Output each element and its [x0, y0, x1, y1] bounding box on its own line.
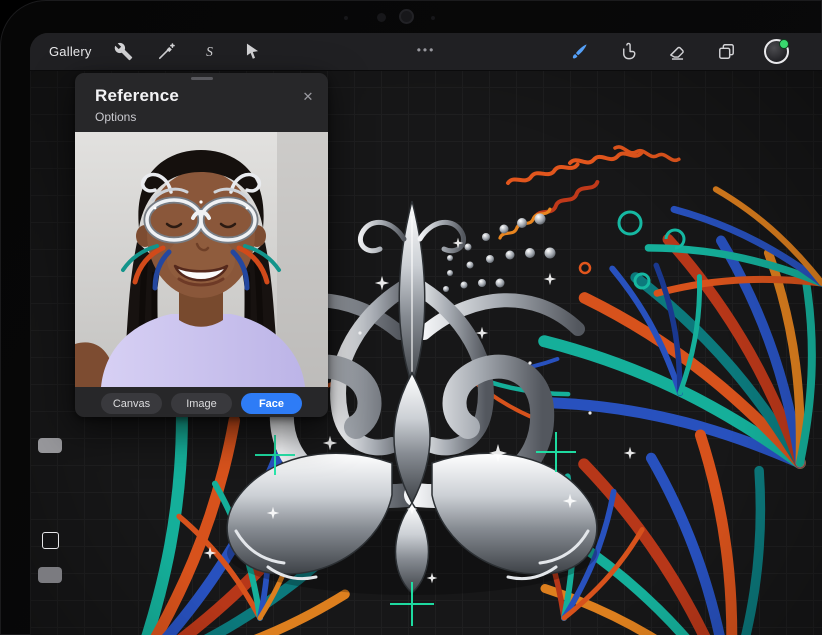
color-swatch-button[interactable]	[764, 39, 789, 64]
adjustments-wand-icon[interactable]	[156, 41, 178, 63]
screenshot-stage: Gallery S •••	[0, 0, 822, 635]
brush-opacity-slider[interactable]	[38, 567, 62, 583]
bezel-sensor-dot	[431, 16, 435, 20]
reference-tab-image[interactable]: Image	[171, 393, 232, 414]
reference-options-label[interactable]: Options	[75, 106, 328, 132]
paint-brush-icon[interactable]	[568, 41, 590, 63]
reference-panel-title: Reference	[95, 86, 179, 105]
reference-panel: Reference ✕ Options	[75, 73, 328, 417]
modify-button[interactable]	[42, 532, 59, 549]
color-picker-dot	[779, 39, 789, 49]
gallery-button[interactable]: Gallery	[49, 44, 92, 59]
transform-arrow-icon[interactable]	[242, 41, 264, 63]
reference-face-camera-feed	[75, 132, 328, 387]
smudge-finger-icon[interactable]	[617, 41, 639, 63]
reference-tab-face[interactable]: Face	[241, 393, 302, 414]
actions-wrench-icon[interactable]	[113, 41, 135, 63]
selection-glyph: S	[206, 44, 213, 59]
selection-icon[interactable]: S	[199, 41, 221, 63]
canvas-options-menu[interactable]: •••	[417, 43, 436, 57]
reference-mode-segmented-control: Canvas Image Face	[75, 387, 328, 417]
reference-tab-canvas[interactable]: Canvas	[101, 393, 162, 414]
procreate-screen: Gallery S •••	[30, 33, 822, 635]
top-toolbar: Gallery S •••	[30, 33, 822, 71]
layers-icon[interactable]	[715, 41, 737, 63]
front-camera-icon	[377, 13, 386, 22]
front-camera-icon	[401, 11, 412, 22]
bezel-sensor-dot	[344, 16, 348, 20]
eraser-icon[interactable]	[666, 41, 688, 63]
close-icon[interactable]: ✕	[298, 87, 318, 107]
brush-size-slider[interactable]	[38, 438, 62, 453]
